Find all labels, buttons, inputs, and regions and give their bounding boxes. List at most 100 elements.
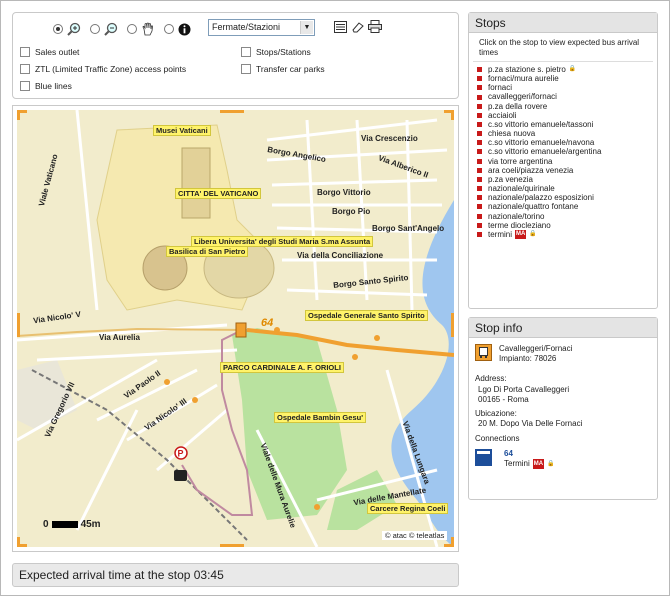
stop-item[interactable]: p.za della rovere [477,102,649,111]
stops-intro: Click on the stop to view expected bus a… [473,33,653,62]
map-actions [333,19,384,34]
blue-lines-checkbox[interactable] [20,81,30,91]
poi-parco[interactable]: PARCO CARDINALE A. F. ORIOLI [220,362,344,373]
pan-southwest-handle[interactable] [17,537,27,547]
arrival-time-bar: Expected arrival time at the stop 03:45 [12,563,459,587]
stop-item[interactable]: nazionale/palazzo esposizioni [477,193,649,202]
pan-north-handle[interactable] [220,110,244,120]
stop-bullet-icon [477,222,482,228]
pan-southeast-handle[interactable] [444,537,454,547]
pan-radio[interactable] [53,24,63,34]
hand-icon[interactable] [140,22,155,37]
transfer-car-parks-checkbox[interactable] [241,64,251,74]
connection-line-number[interactable]: 64 [504,449,555,459]
stop-item-label[interactable]: nazionale/palazzo esposizioni [488,193,594,202]
stop-item-label[interactable]: nazionale/quattro fontane [488,202,578,211]
scale-start: 0 [43,519,49,530]
stop-item[interactable]: nazionale/quattro fontane [477,202,649,211]
stop-item[interactable]: p.za venezia [477,175,649,184]
stop-item[interactable]: fornaci [477,83,649,92]
filter-ztl[interactable]: ZTL (Limited Traffic Zone) access points [20,64,186,74]
stop-item[interactable]: fornaci/mura aurelie [477,74,649,83]
stop-item-label[interactable]: chiesa nuova [488,129,535,138]
poi-basilica[interactable]: Basilica di San Pietro [166,246,249,257]
poi-musei-vaticani[interactable]: Musei Vaticani [153,125,211,136]
stop-bullet-icon [477,103,482,109]
stop-item[interactable]: c.so vittorio emanuele/navona [477,138,649,147]
stop-item[interactable]: terme diocleziano [477,221,649,230]
stop-item-label[interactable]: via torre argentina [488,157,552,166]
pan-east-handle[interactable] [444,313,454,337]
stop-item-label[interactable]: fornaci/mura aurelie [488,74,559,83]
stop-item[interactable]: cavalleggeri/fornaci [477,92,649,101]
stop-item[interactable]: chiesa nuova [477,129,649,138]
street-via-crescenzio: Via Crescenzio [361,134,418,143]
map-canvas[interactable]: P Viale Vaticano Via Crescenzio Borgo An… [17,110,454,547]
stop-item-label[interactable]: cavalleggeri/fornaci [488,92,557,101]
stop-bullet-icon [477,76,482,82]
pan-northwest-handle[interactable] [17,110,27,120]
stop-item-label[interactable]: ara coeli/piazza venezia [488,166,573,175]
stop-item-label[interactable]: terme diocleziano [488,221,551,230]
filter-stops-stations[interactable]: Stops/Stations [241,47,311,57]
stop-item-label[interactable]: c.so vittorio emanuele/argentina [488,147,601,156]
filter-sales-outlet[interactable]: Sales outlet [20,47,79,57]
stop-item-label[interactable]: p.za della rovere [488,102,547,111]
stop-item[interactable]: nazionale/quirinale [477,184,649,193]
ztl-checkbox[interactable] [20,64,30,74]
stop-item-label[interactable]: fornaci [488,83,512,92]
stops-list: p.za stazione s. pietro 🔒 fornaci/mura aur… [469,62,657,242]
hand-radio[interactable] [127,24,137,34]
stop-bullet-icon [477,140,482,146]
stop-item[interactable]: acciaioli [477,111,649,120]
stop-item[interactable]: ara coeli/piazza venezia [477,166,649,175]
filter-blue-lines[interactable]: Blue lines [20,81,72,91]
stop-item[interactable]: p.za stazione s. pietro 🔒 [477,65,649,74]
stop-item[interactable]: via torre argentina [477,157,649,166]
address-line-1: Lgo Di Porta Cavalleggeri [478,385,570,394]
stop-item-label[interactable]: termini [488,230,512,239]
transfer-car-parks-label: Transfer car parks [256,64,325,74]
zoom-in-icon[interactable] [66,22,81,37]
list-icon[interactable] [333,19,348,34]
erase-icon[interactable] [350,19,365,34]
info-icon[interactable] [177,22,192,37]
stop-ubicazione: Ubicazione: 20 M. Dopo Via Delle Fornaci [475,409,582,429]
poi-regina-coeli[interactable]: Carcere Regina Coeli [367,503,449,514]
stops-stations-checkbox[interactable] [241,47,251,57]
stop-item-label[interactable]: nazionale/torino [488,212,544,221]
stop-connections: Connections [475,434,519,444]
filter-transfer-car-parks[interactable]: Transfer car parks [241,64,325,74]
poi-bambin-gesu[interactable]: Ospedale Bambin Gesu' [274,412,366,423]
poi-ospedale-santo-spirito[interactable]: Ospedale Generale Santo Spirito [305,310,428,321]
stops-title: Stops [469,13,657,33]
map-toolbar [53,20,201,38]
pan-west-handle[interactable] [17,313,27,337]
layer-select[interactable]: Fermate/Stazioni ▼ [208,19,315,36]
stop-bullet-icon [477,85,482,91]
stop-item-label[interactable]: p.za venezia [488,175,533,184]
poi-citta-vaticano[interactable]: CITTA' DEL VATICANO [175,188,262,199]
pan-northeast-handle[interactable] [444,110,454,120]
connection-line-destination: Termini [504,459,530,468]
pan-south-handle[interactable] [220,537,244,547]
metro-badge: MA [515,229,527,239]
stop-item-label[interactable]: nazionale/quirinale [488,184,555,193]
stop-item[interactable]: nazionale/torino [477,212,649,221]
stop-item-label[interactable]: p.za stazione s. pietro [488,65,566,74]
stop-item-label[interactable]: acciaioli [488,111,516,120]
chevron-down-icon[interactable]: ▼ [300,21,313,34]
print-icon[interactable] [367,19,382,34]
stop-item[interactable]: termini MA 🔒 [477,229,649,239]
info-radio[interactable] [164,24,174,34]
sales-outlet-checkbox[interactable] [20,47,30,57]
stop-item[interactable]: c.so vittorio emanuele/tassoni [477,120,649,129]
stop-item[interactable]: c.so vittorio emanuele/argentina [477,147,649,156]
map-scale: 0 45m [43,519,101,530]
stop-info-panel: Stop info Cavalleggeri/Fornaci Impianto:… [468,317,658,500]
zoom-out-icon[interactable] [103,22,118,37]
connection-line[interactable]: 64 Termini MA 🔒 [504,449,555,469]
zoom-out-radio[interactable] [90,24,100,34]
stop-item-label[interactable]: c.so vittorio emanuele/tassoni [488,120,593,129]
stop-item-label[interactable]: c.so vittorio emanuele/navona [488,138,594,147]
